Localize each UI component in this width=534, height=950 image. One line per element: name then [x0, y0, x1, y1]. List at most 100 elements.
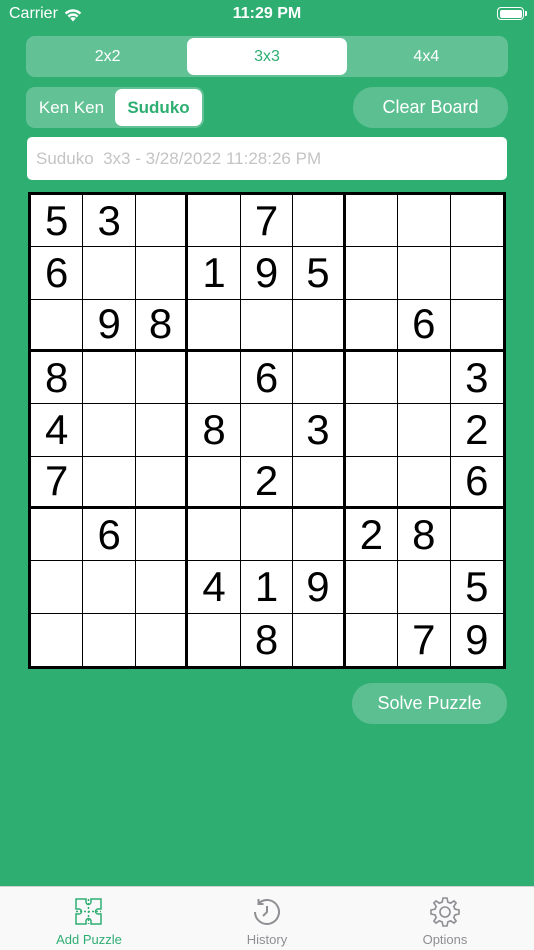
board-cell[interactable]: [398, 195, 451, 248]
board-cell[interactable]: [293, 456, 346, 509]
board-cell[interactable]: [83, 613, 136, 666]
mode-option-ken-ken[interactable]: Ken Ken: [28, 89, 115, 126]
board-cell[interactable]: [188, 456, 241, 509]
board-cell[interactable]: [83, 351, 136, 405]
board-cell[interactable]: 9: [83, 299, 136, 352]
board-cell[interactable]: [450, 195, 503, 248]
board-cell[interactable]: [345, 456, 399, 509]
tab-options[interactable]: Options: [356, 887, 534, 950]
board-cell[interactable]: [135, 613, 189, 666]
board-cell[interactable]: [398, 404, 451, 457]
board-cell[interactable]: [135, 404, 189, 457]
board-cell[interactable]: [31, 508, 84, 562]
board-cell[interactable]: [188, 299, 241, 352]
board-cell[interactable]: [345, 247, 399, 300]
board-cell[interactable]: [345, 351, 399, 405]
board-cell[interactable]: [450, 299, 503, 352]
board-cell[interactable]: 8: [31, 351, 84, 405]
board-cell[interactable]: 1: [188, 247, 241, 300]
solve-puzzle-button[interactable]: Solve Puzzle: [352, 683, 507, 724]
board-cell[interactable]: [188, 508, 241, 562]
board-cell[interactable]: 8: [135, 299, 189, 352]
size-option-3x3[interactable]: 3x3: [187, 38, 347, 75]
board-cell[interactable]: [135, 351, 189, 405]
board-cell[interactable]: [31, 561, 84, 614]
board-cell[interactable]: 2: [345, 508, 399, 562]
board-cell[interactable]: [135, 247, 189, 300]
board-cell[interactable]: 4: [188, 561, 241, 614]
board-cell[interactable]: 7: [31, 456, 84, 509]
board-cell[interactable]: 8: [188, 404, 241, 457]
board-cell[interactable]: [293, 351, 346, 405]
board-cell[interactable]: [345, 613, 399, 666]
size-option-2x2[interactable]: 2x2: [28, 38, 187, 75]
gear-icon: [430, 897, 460, 927]
board-cell[interactable]: [293, 508, 346, 562]
board-cell[interactable]: 5: [450, 561, 503, 614]
board-cell[interactable]: 1: [240, 561, 294, 614]
board-cell[interactable]: [345, 299, 399, 352]
tab-history[interactable]: History: [178, 887, 356, 950]
board-cell[interactable]: 5: [293, 247, 346, 300]
board-cell[interactable]: 7: [240, 195, 294, 248]
board-cell[interactable]: [188, 613, 241, 666]
board-cell[interactable]: [450, 508, 503, 562]
board-cell[interactable]: [398, 561, 451, 614]
board-cell[interactable]: [293, 195, 346, 248]
tab-history-label: History: [246, 932, 288, 947]
board-cell[interactable]: [398, 247, 451, 300]
board-cell[interactable]: 6: [450, 456, 503, 509]
board-cell[interactable]: 3: [450, 351, 503, 405]
board-cell[interactable]: [188, 195, 241, 248]
board-cell[interactable]: [293, 299, 346, 352]
board-cell[interactable]: [188, 351, 241, 405]
board-cell[interactable]: 2: [450, 404, 503, 457]
history-icon: [254, 899, 280, 925]
board-cell[interactable]: [31, 299, 84, 352]
board-cell[interactable]: 6: [240, 351, 294, 405]
clear-board-button[interactable]: Clear Board: [353, 87, 508, 128]
board-cell[interactable]: 6: [398, 299, 451, 352]
board-cell[interactable]: 3: [83, 195, 136, 248]
board-cell[interactable]: 9: [240, 247, 294, 300]
mode-option-suduko[interactable]: Suduko: [115, 89, 202, 126]
board-cell[interactable]: 5: [31, 195, 84, 248]
board-cell[interactable]: [135, 456, 189, 509]
puzzle-title-input[interactable]: [27, 137, 507, 180]
board-cell[interactable]: [345, 561, 399, 614]
board-cell[interactable]: 9: [450, 613, 503, 666]
board-cell[interactable]: 4: [31, 404, 84, 457]
status-time: 11:29 PM: [232, 5, 302, 22]
board-cell[interactable]: [398, 351, 451, 405]
board-cell[interactable]: 7: [398, 613, 451, 666]
board-cell[interactable]: [83, 456, 136, 509]
board-cell[interactable]: [135, 195, 189, 248]
tab-add-puzzle[interactable]: Add Puzzle: [0, 887, 178, 950]
board-cell[interactable]: [135, 508, 189, 562]
board-cell[interactable]: 2: [240, 456, 294, 509]
board-cell[interactable]: 3: [293, 404, 346, 457]
board-cell[interactable]: [345, 195, 399, 248]
tab-bar: Add Puzzle History Options: [0, 886, 534, 950]
board-cell[interactable]: [31, 613, 84, 666]
board-cell[interactable]: [398, 456, 451, 509]
board-cell[interactable]: 8: [240, 613, 294, 666]
board-cell[interactable]: [83, 404, 136, 457]
size-option-4x4[interactable]: 4x4: [347, 38, 506, 75]
status-bar: Carrier 11:29 PM: [0, 0, 534, 30]
board-cell[interactable]: [293, 613, 346, 666]
board-cell[interactable]: [240, 508, 294, 562]
board-cell[interactable]: [83, 561, 136, 614]
board-cell[interactable]: 6: [31, 247, 84, 300]
board-cell[interactable]: [135, 561, 189, 614]
board-cell[interactable]: [83, 247, 136, 300]
board-cell[interactable]: 8: [398, 508, 451, 562]
mode-segmented-control: Ken Ken Suduko: [26, 87, 204, 128]
board-cell[interactable]: [345, 404, 399, 457]
board-cell[interactable]: [240, 404, 294, 457]
board-cell[interactable]: [450, 247, 503, 300]
board-cell[interactable]: 6: [83, 508, 136, 562]
board-cell[interactable]: [240, 299, 294, 352]
sudoku-board: 537619598686348327266284195879: [28, 192, 506, 669]
board-cell[interactable]: 9: [293, 561, 346, 614]
